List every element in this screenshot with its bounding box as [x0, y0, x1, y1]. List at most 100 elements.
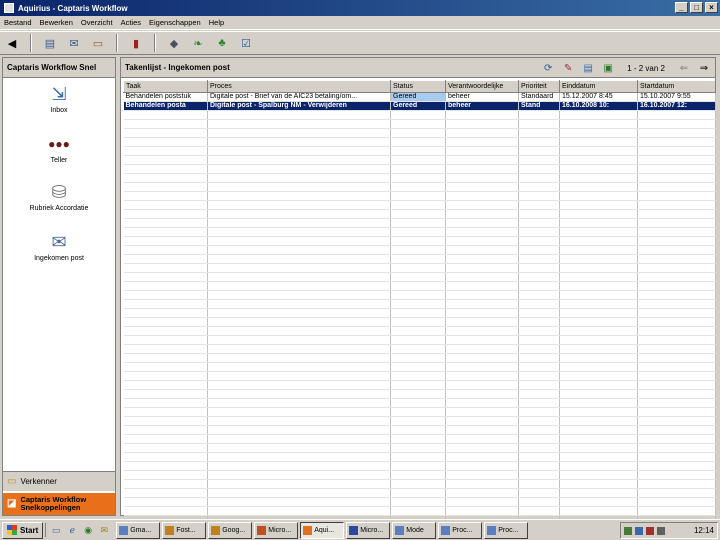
mail-icon[interactable]: ✉: [66, 35, 82, 51]
column-header-verantwoordelijke[interactable]: Verantwoordelijke: [445, 80, 519, 93]
list-icon[interactable]: ▤: [581, 61, 595, 75]
taskbar-item[interactable]: Mode: [392, 521, 437, 539]
empty-cell: [390, 380, 446, 390]
empty-cell: [559, 452, 638, 462]
browser-icon[interactable]: ℯ: [65, 523, 79, 537]
tray-icon[interactable]: [646, 526, 654, 535]
tray-icon[interactable]: [624, 526, 632, 535]
snelkoppelingen-bar[interactable]: ◪ Captaris Workflow Snelkoppelingen: [3, 493, 115, 515]
table-row-selected[interactable]: Behandelen posta Digitale post - Spalbur…: [123, 101, 716, 111]
desktop-icon[interactable]: ▭: [49, 523, 63, 537]
verkenner-label: Verkenner: [20, 477, 57, 486]
column-header-prioriteit[interactable]: Prioriteit: [518, 80, 560, 93]
task-icon: [441, 525, 451, 535]
empty-cell: [207, 398, 391, 408]
maximize-button[interactable]: □: [690, 2, 703, 13]
shortcut-inbox[interactable]: ⇲ Inbox: [3, 84, 115, 114]
flask-icon[interactable]: ♣: [214, 35, 230, 51]
check-icon[interactable]: ☑: [238, 35, 254, 51]
taskbar-item[interactable]: Goog...: [208, 521, 253, 539]
menu-eigenschappen[interactable]: Eigenschappen: [149, 18, 201, 27]
taskbar-item[interactable]: Fost...: [162, 521, 207, 539]
pager-text: 1 - 2 van 2: [627, 63, 665, 73]
tray-icon[interactable]: [635, 526, 643, 535]
back-icon[interactable]: ◀: [4, 35, 20, 51]
menu-overzicht[interactable]: Overzicht: [81, 18, 113, 27]
empty-cell: [518, 362, 560, 372]
empty-cell: [559, 182, 638, 192]
table-row-empty: [123, 254, 716, 264]
empty-cell: [518, 344, 560, 354]
taskbar-item[interactable]: Gma...: [116, 521, 161, 539]
empty-cell: [123, 389, 208, 399]
empty-cell: [445, 236, 519, 246]
table-row-empty: [123, 380, 716, 390]
empty-cell: [390, 272, 446, 282]
tray-icon[interactable]: [657, 526, 665, 535]
empty-cell: [445, 497, 519, 507]
shortcut-label: Ingekomen post: [34, 255, 84, 262]
next-page-icon[interactable]: ⇒: [697, 61, 711, 75]
menu-acties[interactable]: Acties: [121, 18, 141, 27]
refresh-icon[interactable]: ⟳: [541, 61, 555, 75]
empty-cell: [637, 164, 716, 174]
document-icon[interactable]: ▤: [42, 35, 58, 51]
empty-cell: [559, 236, 638, 246]
empty-cell: [207, 434, 391, 444]
empty-cell: [445, 218, 519, 228]
taskbar-item[interactable]: Proc...: [484, 521, 529, 539]
task-icon: [395, 525, 405, 535]
menu-help[interactable]: Help: [209, 18, 224, 27]
empty-cell: [518, 254, 560, 264]
table-row-empty: [123, 245, 716, 255]
envelope-icon: ✉: [51, 232, 67, 252]
media-icon[interactable]: ◉: [81, 523, 95, 537]
mail-icon[interactable]: ✉: [97, 523, 111, 537]
empty-cell: [445, 344, 519, 354]
leaf-icon[interactable]: ❧: [190, 35, 206, 51]
taskbar-item[interactable]: Micro...: [254, 521, 299, 539]
cell-status: Gereed: [390, 92, 446, 102]
prev-page-icon[interactable]: ⇐: [677, 61, 691, 75]
menu-bestand[interactable]: Bestand: [4, 18, 32, 27]
empty-cell: [518, 506, 560, 516]
shortcut-ingekomen-post[interactable]: ✉ Ingekomen post: [3, 232, 115, 262]
empty-cell: [559, 470, 638, 480]
empty-cell: [390, 200, 446, 210]
image-icon[interactable]: ▣: [601, 61, 615, 75]
table-row[interactable]: Behandelen poststuk Digitale post - Brie…: [123, 92, 716, 102]
start-button[interactable]: Start: [2, 521, 44, 539]
cell-einddatum: 15.12.2007 8:45: [559, 92, 638, 102]
folder-icon[interactable]: ▭: [90, 35, 106, 51]
column-header-proces[interactable]: Proces: [207, 80, 391, 93]
column-header-einddatum[interactable]: Einddatum: [559, 80, 638, 93]
task-table: Taak Proces Status Verantwoordelijke Pri…: [123, 80, 716, 525]
shortcut-teller[interactable]: ●●● Teller: [3, 134, 115, 164]
column-header-status[interactable]: Status: [390, 80, 446, 93]
column-header-taak[interactable]: Taak: [123, 80, 208, 93]
shortcut-rubriek[interactable]: ⛁ Rubriek Accordatie: [3, 182, 115, 212]
window-controls: _ □ ×: [675, 2, 718, 13]
close-button[interactable]: ×: [705, 2, 718, 13]
empty-cell: [390, 389, 446, 399]
menu-bewerken[interactable]: Bewerken: [40, 18, 73, 27]
empty-cell: [123, 281, 208, 291]
empty-cell: [637, 281, 716, 291]
empty-cell: [559, 506, 638, 516]
empty-cell: [390, 479, 446, 489]
edit-icon[interactable]: ✎: [561, 61, 575, 75]
gift-icon[interactable]: ◆: [166, 35, 182, 51]
empty-cell: [207, 254, 391, 264]
empty-cell: [518, 209, 560, 219]
column-header-startdatum[interactable]: Startdatum: [637, 80, 716, 93]
empty-cell: [445, 434, 519, 444]
minimize-button[interactable]: _: [675, 2, 688, 13]
verkenner-bar[interactable]: ▭ Verkenner: [3, 471, 115, 491]
empty-cell: [559, 254, 638, 264]
taskbar-item[interactable]: Proc...: [438, 521, 483, 539]
book-icon[interactable]: ▮: [128, 35, 144, 51]
empty-cell: [445, 353, 519, 363]
taskbar-item[interactable]: Micro...: [346, 521, 391, 539]
empty-cell: [518, 272, 560, 282]
taskbar-item-active[interactable]: Aqui...: [300, 521, 345, 539]
